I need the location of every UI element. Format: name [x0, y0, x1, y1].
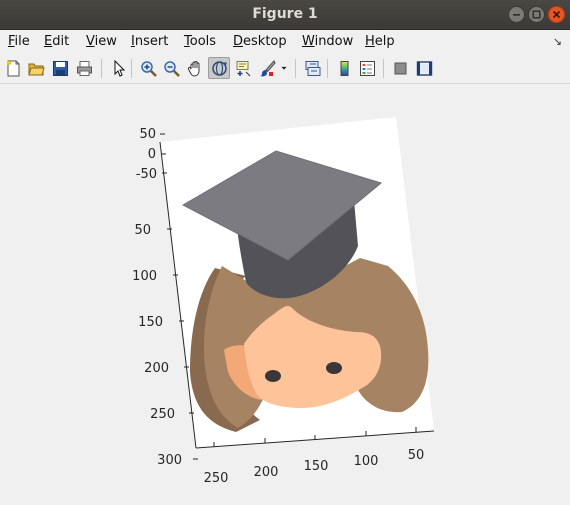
open-file-icon	[27, 63, 45, 75]
figure-toolbar	[0, 53, 570, 84]
minimize-icon	[513, 14, 520, 16]
toolbar-separator	[131, 59, 132, 78]
link-plot-icon	[305, 60, 320, 76]
toolbar-separator	[101, 59, 102, 78]
y-tick-label: -50	[136, 167, 157, 182]
y-tick-label: 50	[139, 127, 156, 142]
insert-colorbar-icon	[340, 60, 348, 76]
hide-plot-tools-button[interactable]	[389, 57, 411, 79]
zoom-in-button[interactable]	[137, 57, 159, 79]
y-tick-label: 100	[132, 269, 157, 284]
edit-plot-icon	[114, 59, 125, 77]
brush-dropdown-button[interactable]	[278, 57, 290, 79]
close-button[interactable]	[548, 6, 565, 23]
menu-view[interactable]: View	[86, 34, 117, 49]
axes-3d-view[interactable]: 50 0 -50 50 100 150 200 250 300 250 200 …	[0, 84, 570, 505]
x-tick-label: 150	[304, 459, 329, 474]
x-tick-label: 100	[354, 454, 379, 469]
toolbar-separator	[295, 59, 296, 78]
x-tick-label: 250	[204, 471, 229, 486]
pan-button[interactable]	[184, 57, 206, 79]
insert-colorbar-button[interactable]	[333, 57, 355, 79]
y-tick-label: 300	[157, 453, 182, 468]
menu-insert[interactable]: Insert	[131, 34, 168, 49]
show-plot-tools-icon	[416, 60, 432, 76]
y-tick-label: 0	[148, 147, 156, 162]
menu-desktop[interactable]: Desktop	[233, 34, 287, 49]
window-titlebar: Figure 1	[0, 0, 570, 30]
figure-canvas[interactable]: 50 0 -50 50 100 150 200 250 300 250 200 …	[0, 84, 570, 505]
left-eye	[265, 370, 281, 382]
maximize-icon	[532, 10, 541, 19]
menu-edit[interactable]: Edit	[44, 34, 69, 49]
menu-bar: File Edit View Insert Tools Desktop Wind…	[0, 30, 570, 53]
brush-icon	[259, 59, 276, 76]
new-figure-button[interactable]	[2, 57, 24, 79]
close-icon	[552, 10, 561, 19]
save-figure-button[interactable]	[49, 57, 71, 79]
zoom-out-icon	[163, 60, 180, 77]
print-figure-icon	[76, 60, 92, 76]
show-plot-tools-button[interactable]	[413, 57, 435, 79]
menu-window[interactable]: Window	[302, 34, 353, 49]
print-figure-button[interactable]	[73, 57, 95, 79]
x-tick-label: 50	[408, 448, 425, 463]
minimize-button[interactable]	[508, 6, 525, 23]
y-tick-label: 150	[138, 315, 163, 330]
insert-legend-button[interactable]	[356, 57, 378, 79]
data-cursor-button[interactable]	[232, 57, 254, 79]
insert-legend-icon	[359, 60, 375, 76]
y-tick-label: 200	[144, 361, 169, 376]
open-file-button[interactable]	[25, 57, 47, 79]
rotate-3d-icon	[211, 60, 227, 76]
data-cursor-icon	[236, 60, 250, 76]
right-eye	[326, 362, 342, 374]
menu-help[interactable]: Help	[365, 34, 395, 49]
brush-dropdown-icon	[281, 66, 287, 70]
rotate-3d-button[interactable]	[208, 57, 230, 79]
window-title: Figure 1	[252, 6, 318, 22]
zoom-in-icon	[140, 60, 157, 77]
pan-icon	[187, 60, 199, 76]
toolbar-separator	[327, 59, 328, 78]
toolbar-separator	[383, 59, 384, 78]
save-figure-icon	[52, 60, 68, 76]
maximize-button[interactable]	[528, 6, 545, 23]
menu-tools[interactable]: Tools	[184, 34, 216, 49]
zoom-out-button[interactable]	[160, 57, 182, 79]
menu-file[interactable]: File	[8, 34, 30, 49]
edit-plot-button[interactable]	[107, 57, 129, 79]
x-tick-label: 200	[254, 465, 279, 480]
y-tick-label: 50	[134, 223, 151, 238]
y-tick-label: 250	[150, 407, 175, 422]
new-figure-icon	[6, 60, 19, 76]
hide-plot-tools-icon	[394, 62, 406, 74]
dock-arrow-icon[interactable]: ↘	[553, 35, 562, 48]
brush-button[interactable]	[256, 57, 278, 79]
link-plot-button[interactable]	[301, 57, 323, 79]
